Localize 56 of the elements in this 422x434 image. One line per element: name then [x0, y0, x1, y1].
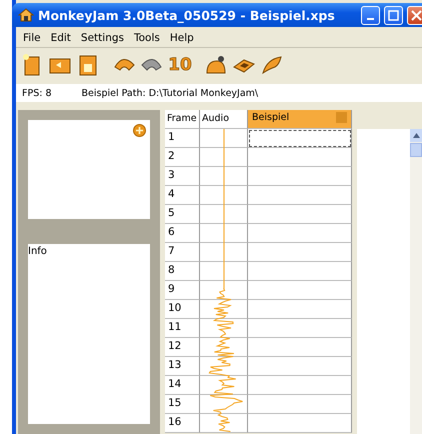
menu-item[interactable]: File [18, 31, 46, 45]
window-title: MonkeyJam 3.0Beta_050529 - Beispiel.xps [38, 8, 336, 22]
menu-item[interactable]: Help [164, 31, 199, 45]
frame-cell: 13 [165, 357, 200, 376]
audio-cell [200, 262, 248, 281]
up-arrow-icon [412, 133, 420, 138]
close-button[interactable] [407, 6, 422, 24]
column-header[interactable]: Beispiel [248, 110, 352, 129]
menu-item[interactable]: Tools [129, 31, 165, 45]
frame-cell: 8 [165, 262, 200, 281]
audio-cell [200, 148, 248, 167]
audio-cell [200, 129, 248, 148]
scrollbar[interactable] [410, 129, 422, 434]
audio-cell [200, 243, 248, 262]
audio-cell [200, 395, 248, 414]
house-icon [18, 8, 34, 22]
minimize-button[interactable] [361, 6, 380, 24]
menu-item[interactable]: Settings [76, 31, 129, 45]
frame-cell: 1 [165, 129, 200, 148]
info-label: Info [28, 246, 47, 257]
add-icon[interactable] [133, 124, 146, 137]
frame-cell: 12 [165, 338, 200, 357]
frame-cell: 3 [165, 167, 200, 186]
audio-cell [200, 376, 248, 395]
frame-cell: 2 [165, 148, 200, 167]
audio-cell [200, 205, 248, 224]
frame-cell: 7 [165, 243, 200, 262]
audio-cell [200, 319, 248, 338]
frame-cell: 15 [165, 395, 200, 414]
audio-cell [200, 357, 248, 376]
close-icon [411, 10, 422, 20]
scroll-up-button[interactable] [410, 129, 422, 142]
frame-cell: 16 [165, 414, 200, 433]
frame-cell: 11 [165, 319, 200, 338]
fps-label: FPS: 8 [22, 88, 52, 98]
audio-cell [200, 338, 248, 357]
frame-cell: 14 [165, 376, 200, 395]
path-label: Beispiel Path: D:\Tutorial MonkeyJam\ [82, 88, 258, 98]
maximize-button[interactable] [384, 6, 403, 24]
audio-cell [200, 167, 248, 186]
scroll-thumb[interactable] [410, 143, 422, 157]
frame-cell: 10 [165, 300, 200, 319]
audio-cell [200, 186, 248, 205]
audio-cell [200, 300, 248, 319]
menu-item[interactable]: Edit [46, 31, 76, 45]
audio-cell [200, 281, 248, 300]
audio-cell [200, 414, 248, 433]
frame-cell: 4 [165, 186, 200, 205]
column-header[interactable]: Frame [165, 110, 200, 129]
frame-slot[interactable] [248, 129, 352, 148]
frame-cell: 9 [165, 281, 200, 300]
audio-cell [200, 224, 248, 243]
maximize-icon [388, 10, 399, 20]
frame-cell: 5 [165, 205, 200, 224]
minimize-icon [367, 18, 374, 20]
frame-cell: 6 [165, 224, 200, 243]
